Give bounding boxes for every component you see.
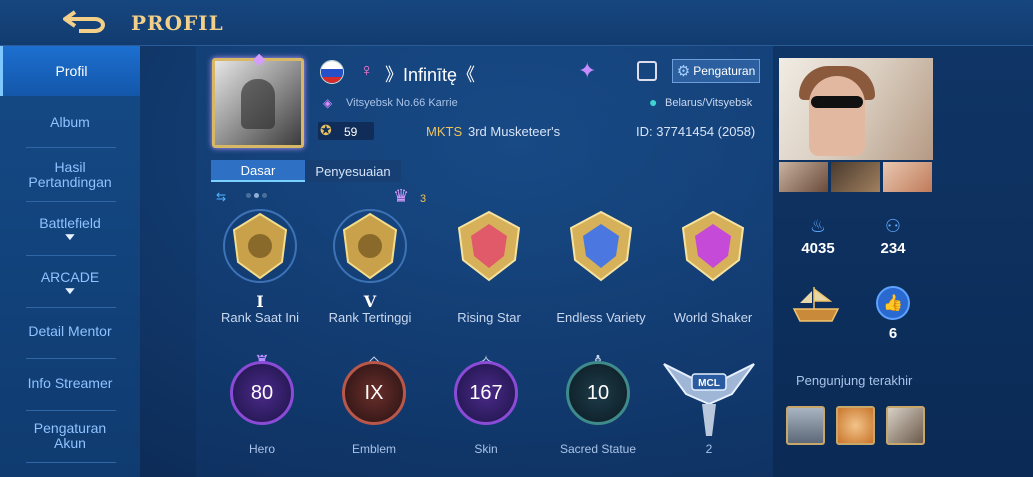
location: Belarus/Vitsyebsk xyxy=(665,97,753,109)
location-pin-icon: ● xyxy=(649,94,658,110)
rank-tier: I xyxy=(256,292,264,311)
medal-label: Rank Tertinggi xyxy=(328,310,412,325)
medal-endless-variety[interactable] xyxy=(561,206,641,286)
divider xyxy=(26,307,116,308)
player-id: ID: 37741454 (2058) xyxy=(636,124,756,139)
divider xyxy=(26,147,116,148)
photo-thumbnail[interactable] xyxy=(883,162,932,192)
settings-button[interactable]: ⚙ Pengaturan xyxy=(672,59,760,83)
stat-label: Sacred Statue xyxy=(559,442,637,456)
divider xyxy=(26,462,116,463)
sidebar-item-album[interactable]: Album xyxy=(0,100,140,144)
mcl-trophy[interactable]: MCL xyxy=(662,356,756,438)
likes-count: 6 xyxy=(888,325,898,342)
avatar-photo xyxy=(241,79,275,129)
back-button[interactable] xyxy=(58,6,110,36)
stat-label: Hero xyxy=(248,442,275,456)
skin-count[interactable]: 167 xyxy=(454,361,518,425)
username: 》Infinītę《 xyxy=(385,65,476,85)
flag-icon xyxy=(320,60,344,84)
card-collection-icon[interactable] xyxy=(637,61,657,81)
sidebar-item-pengaturan-akun[interactable]: Pengaturan Akun xyxy=(0,414,140,458)
followers-icon: ⚇ xyxy=(884,216,902,236)
photo-thumbnail[interactable] xyxy=(779,162,828,192)
sidebar-item-label: Album xyxy=(50,113,90,130)
mcl-label: MCL xyxy=(698,378,720,389)
coin-icon: ✪ xyxy=(320,122,332,138)
badge-icon: ♛ xyxy=(393,186,410,206)
medal-label: Rank Saat Ini xyxy=(220,310,300,325)
sacred-statue-count[interactable]: 10 xyxy=(566,361,630,425)
gender-icon: ♀ xyxy=(360,60,374,80)
settings-label: Pengaturan xyxy=(693,64,756,78)
medal-rising-star[interactable] xyxy=(449,206,529,286)
page-title: PROFIL xyxy=(131,11,224,35)
divider xyxy=(26,410,116,411)
ship-icon[interactable] xyxy=(790,283,842,325)
stat-label: Emblem xyxy=(351,442,396,456)
emblem-level[interactable]: IX xyxy=(342,361,406,425)
chevron-down-icon: ▼ xyxy=(62,285,78,297)
medal-label: Endless Variety xyxy=(556,310,646,325)
gem-icon: ◆ xyxy=(253,51,266,68)
sidebar-item-label: Info Streamer xyxy=(27,374,113,391)
sidebar-item-label: Pengaturan Akun xyxy=(33,420,107,451)
avatar[interactable]: ◆ xyxy=(212,51,304,148)
medal-rank-current[interactable] xyxy=(220,206,300,286)
sidebar-item-label: ARCADE xyxy=(40,268,100,285)
medal-rank-highest[interactable] xyxy=(330,206,410,286)
visitor-avatar[interactable] xyxy=(886,406,925,445)
sidebar-item-label: Detail Mentor xyxy=(28,322,112,339)
tab-dasar[interactable]: Dasar xyxy=(211,160,305,182)
visitor-avatar[interactable] xyxy=(836,406,875,445)
medal-world-shaker[interactable] xyxy=(673,206,753,286)
profile-photo[interactable] xyxy=(779,58,933,160)
medal-label: World Shaker xyxy=(673,310,753,325)
popularity-count: 4035 xyxy=(801,240,835,257)
sidebar-item-info-streamer[interactable]: Info Streamer xyxy=(0,364,140,402)
divider xyxy=(26,201,116,202)
sidebar-item-arcade[interactable]: ARCADE ▼ xyxy=(0,260,140,306)
photo-thumbnail[interactable] xyxy=(831,162,880,192)
sidebar-item-hasil-pertandingan[interactable]: Hasil Pertandingan xyxy=(0,152,140,198)
sidebar-item-label: Hasil Pertandingan xyxy=(28,159,112,190)
thumbs-up-icon: 👍 xyxy=(883,295,903,312)
coin-count: 59 xyxy=(344,125,358,139)
star-badge-icon[interactable]: ✦ xyxy=(578,58,596,84)
page-dots xyxy=(246,193,267,198)
sidebar-item-label: Profil xyxy=(55,62,88,79)
gear-icon: ⚙ xyxy=(676,63,691,80)
squad-tag[interactable]: MKTS xyxy=(426,124,462,139)
like-button[interactable]: 👍 xyxy=(876,286,910,320)
mcl-count: 2 xyxy=(705,442,713,456)
popularity-fire-icon: ♨ xyxy=(809,216,827,236)
recent-visitors-label: Pengunjung terakhir xyxy=(796,373,913,388)
hero-count[interactable]: 80 xyxy=(230,361,294,425)
divider xyxy=(26,255,116,256)
swap-icon[interactable]: ⇆ xyxy=(216,190,226,204)
rank-tier: V xyxy=(363,292,377,311)
hero-title: Vitsyebsk No.66 Karrie xyxy=(346,97,458,109)
sidebar-item-detail-mentor[interactable]: Detail Mentor xyxy=(0,312,140,350)
badge-count: 3 xyxy=(420,193,427,205)
squad-name[interactable]: 3rd Musketeer's xyxy=(468,124,560,139)
stat-label: Skin xyxy=(474,442,498,456)
tab-penyesuaian[interactable]: Penyesuaian xyxy=(305,160,401,182)
visitor-avatar[interactable] xyxy=(786,406,825,445)
back-arrow-icon xyxy=(63,10,105,33)
followers-count: 234 xyxy=(880,240,906,257)
sidebar-item-label: Battlefield xyxy=(39,214,101,231)
divider xyxy=(26,358,116,359)
chevron-down-icon: ▼ xyxy=(62,231,78,243)
sidebar-item-battlefield[interactable]: Battlefield ▼ xyxy=(0,206,140,252)
sidebar-item-profil[interactable]: Profil xyxy=(0,46,140,96)
title-gem-icon: ◈ xyxy=(323,96,333,110)
medal-label: Rising Star xyxy=(457,310,521,325)
